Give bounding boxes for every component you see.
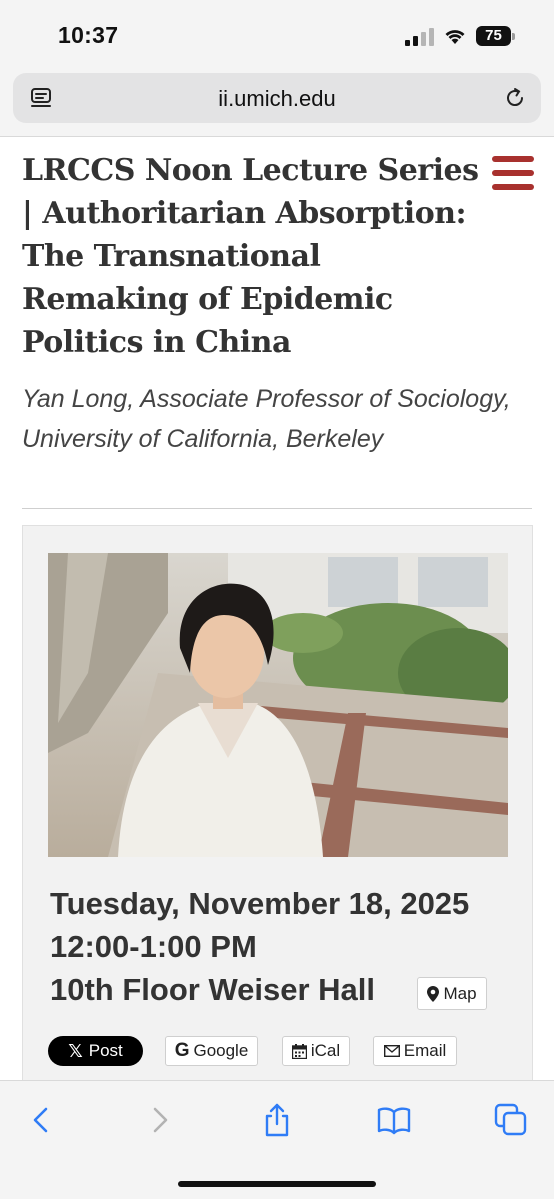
event-card: Tuesday, November 18, 2025 12:00-1:00 PM…	[22, 525, 533, 1085]
status-time: 10:37	[58, 22, 119, 48]
x-post-label: Post	[88, 1041, 123, 1060]
ical-button[interactable]: iCal	[282, 1036, 350, 1066]
reload-icon[interactable]	[503, 86, 527, 110]
google-calendar-button[interactable]: G Google	[165, 1036, 258, 1066]
share-buttons: 𝕏 Post G Google iCal Email	[48, 1036, 508, 1066]
tabs-icon[interactable]	[494, 1103, 528, 1137]
url-text[interactable]: ii.umich.edu	[13, 86, 541, 112]
forward-icon[interactable]	[143, 1103, 177, 1137]
x-post-button[interactable]: 𝕏 Post	[48, 1036, 143, 1066]
email-label: Email	[403, 1041, 447, 1060]
event-location: 10th Floor Weiser Hall	[50, 972, 376, 1007]
back-icon[interactable]	[24, 1103, 58, 1137]
page-title: LRCCS Noon Lecture Series | Authoritaria…	[22, 153, 479, 360]
email-button[interactable]: Email	[373, 1036, 457, 1066]
google-logo-icon: G	[174, 1040, 190, 1061]
speaker-subtitle: Yan Long, Associate Professor of Sociolo…	[22, 385, 511, 453]
speaker-photo	[48, 553, 508, 857]
signal-icon	[405, 28, 434, 46]
map-button[interactable]: Map	[417, 977, 487, 1010]
event-time: 12:00-1:00 PM	[50, 929, 257, 964]
ical-label: iCal	[310, 1041, 341, 1060]
map-label: Map	[443, 983, 477, 1003]
envelope-icon	[383, 1045, 400, 1057]
google-label: Google	[193, 1041, 249, 1060]
share-icon[interactable]	[260, 1103, 294, 1137]
x-logo-icon: 𝕏	[68, 1040, 83, 1061]
calendar-icon	[291, 1043, 307, 1059]
battery-icon: 75	[476, 26, 516, 46]
event-date: Tuesday, November 18, 2025	[50, 886, 470, 921]
battery-level: 75	[476, 26, 511, 46]
address-bar[interactable]: ii.umich.edu	[13, 73, 541, 123]
browser-bottom-toolbar	[0, 1080, 554, 1199]
divider	[22, 508, 532, 509]
bookmarks-icon[interactable]	[377, 1103, 411, 1137]
hamburger-menu-icon[interactable]	[492, 156, 534, 190]
wifi-icon	[445, 30, 465, 44]
map-pin-icon	[427, 985, 440, 1002]
home-indicator	[178, 1181, 376, 1187]
browser-top-chrome: 10:37 75 ii.umich.edu	[0, 0, 554, 137]
